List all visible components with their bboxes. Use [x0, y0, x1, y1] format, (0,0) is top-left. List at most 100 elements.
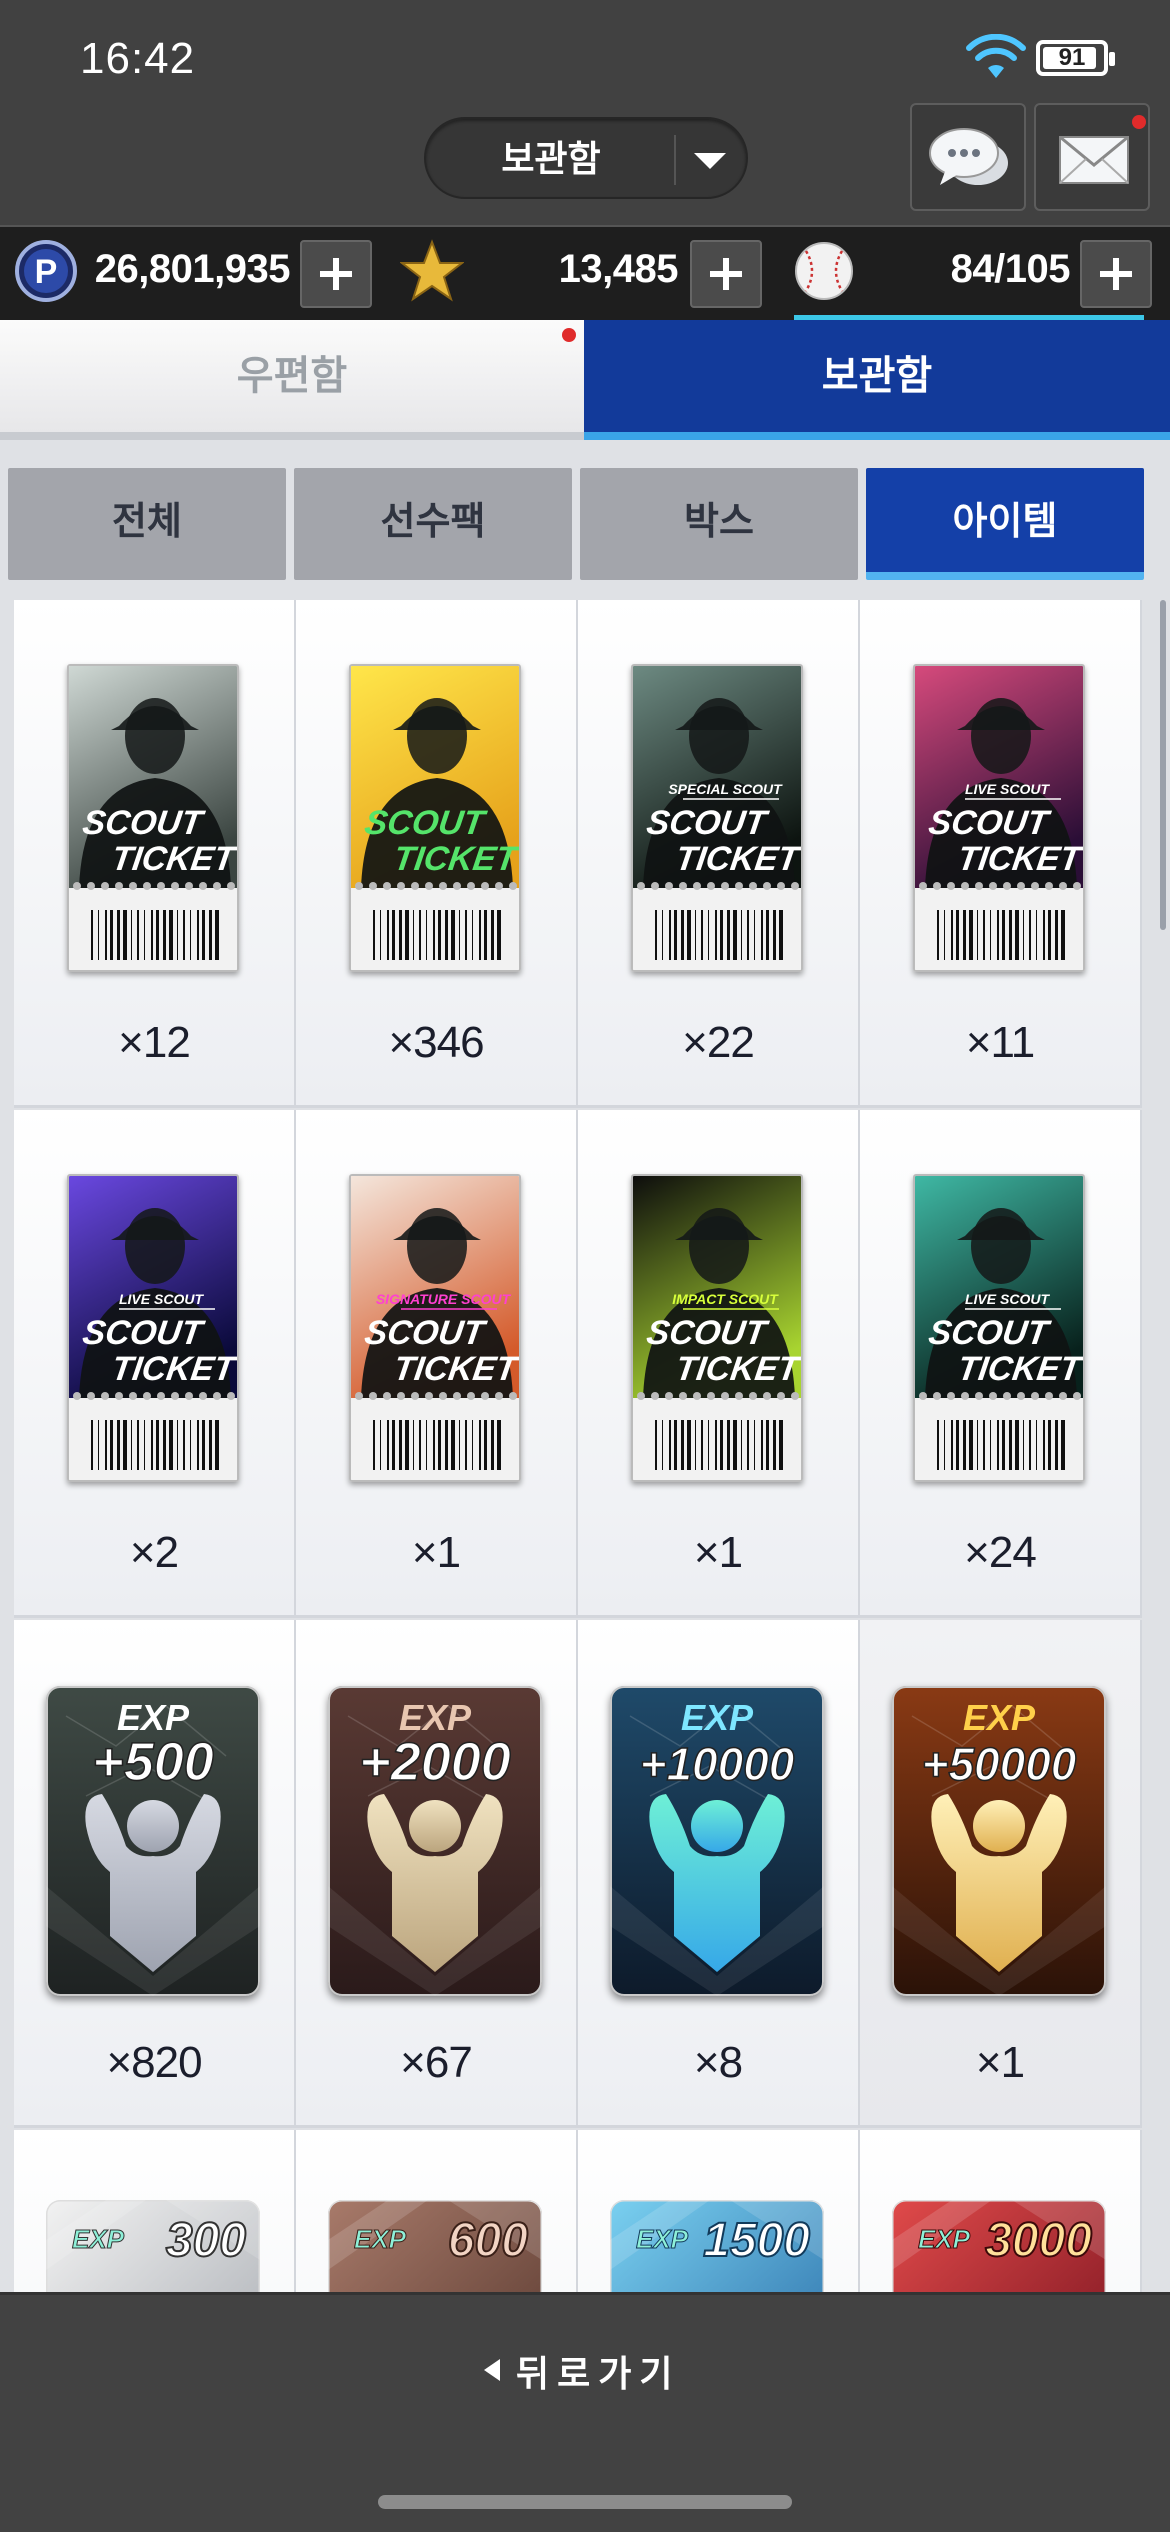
item-cell[interactable]: IMPACT SCOUT SCOUT TICKET ×1: [578, 1110, 860, 1618]
item-count: ×12: [118, 1018, 191, 1067]
ticket-word: TICKET: [673, 1350, 803, 1388]
item-cell[interactable]: SPECIAL SCOUT SCOUT TICKET ×22: [578, 600, 860, 1108]
back-arrow-icon: [484, 2359, 500, 2381]
exp-booster: EXP 1500: [610, 2200, 824, 2292]
chat-button[interactable]: [910, 103, 1026, 211]
scout-ticket: IMPACT SCOUT SCOUT TICKET: [631, 1174, 803, 1482]
exp-card-image: EXP +50000: [892, 1686, 1106, 1996]
scout-ticket-image: SCOUT TICKET: [351, 666, 519, 970]
item-cell[interactable]: EXP 300: [14, 2130, 296, 2292]
chevron-down-icon: [694, 153, 726, 169]
home-indicator[interactable]: [378, 2495, 792, 2509]
battery-icon: 91: [1036, 40, 1115, 76]
status-time: 16:42: [80, 34, 196, 83]
add-balls-button[interactable]: [1080, 240, 1152, 308]
item-cell[interactable]: LIVE SCOUT SCOUT TICKET ×11: [860, 600, 1142, 1108]
item-count: ×8: [693, 2038, 743, 2087]
tab-box[interactable]: 박스: [580, 468, 858, 580]
item-cell[interactable]: SCOUT TICKET ×346: [296, 600, 578, 1108]
star-icon: [400, 239, 464, 302]
category-tabs: 전체 선수팩 박스 아이템: [0, 468, 1170, 584]
balls-value: 84/105: [950, 247, 1071, 291]
exp-booster: EXP 600: [328, 2200, 542, 2292]
ticket-subtype: SIGNATURE SCOUT: [376, 1291, 512, 1307]
item-cell[interactable]: SCOUT TICKET ×12: [14, 600, 296, 1108]
baseball-icon: [795, 242, 853, 300]
tab-player-pack[interactable]: 선수팩: [294, 468, 572, 580]
dropdown-divider: [674, 135, 676, 185]
stars-value: 13,485: [558, 247, 679, 291]
back-button[interactable]: 뒤로가기: [516, 2345, 680, 2397]
item-cell[interactable]: EXP +2000 ×67: [296, 1620, 578, 2128]
exp-card-image: EXP +500: [46, 1686, 260, 1996]
scout-ticket: LIVE SCOUT SCOUT TICKET: [913, 1174, 1085, 1482]
exp-label: EXP: [963, 1697, 1036, 1738]
scout-ticket-image: LIVE SCOUT SCOUT TICKET: [69, 1176, 237, 1480]
status-bar: 16:42 91: [0, 0, 1170, 115]
item-count: ×1: [693, 1528, 743, 1577]
exp-card: EXP +50000: [892, 1686, 1106, 1996]
tab-items[interactable]: 아이템: [866, 468, 1144, 580]
ticket-word: TICKET: [673, 840, 803, 878]
ticket-subtype: SPECIAL SCOUT: [668, 781, 783, 797]
item-count: ×11: [965, 1018, 1035, 1067]
wifi-icon: [966, 34, 1026, 78]
storage-dropdown[interactable]: 보관함: [424, 117, 748, 199]
item-count: ×22: [682, 1018, 755, 1067]
exp-booster-image: EXP 300: [46, 2200, 260, 2292]
tab-all[interactable]: 전체: [8, 468, 286, 580]
ticket-title: SCOUT: [362, 1314, 489, 1352]
item-count: ×67: [400, 2038, 473, 2087]
scout-ticket-image: LIVE SCOUT SCOUT TICKET: [915, 666, 1085, 970]
scout-ticket: LIVE SCOUT SCOUT TICKET: [913, 664, 1085, 972]
add-points-button[interactable]: [300, 240, 372, 308]
item-count: ×346: [388, 1018, 484, 1067]
tab-storage[interactable]: 보관함: [584, 320, 1170, 440]
ticket-title: SCOUT: [80, 1314, 207, 1352]
exp-booster: EXP 3000: [892, 2200, 1106, 2292]
item-cell[interactable]: EXP 3000: [860, 2130, 1142, 2292]
item-cell[interactable]: EXP 600: [296, 2130, 578, 2292]
ticket-title: SCOUT: [644, 1314, 771, 1352]
scout-ticket-image: SIGNATURE SCOUT SCOUT TICKET: [351, 1176, 521, 1480]
ticket-title: SCOUT: [644, 804, 771, 842]
exp-amount: +10000: [640, 1738, 795, 1790]
item-cell[interactable]: EXP +500 ×820: [14, 1620, 296, 2128]
exp-label: EXP: [72, 2224, 125, 2254]
ticket-subtype: LIVE SCOUT: [965, 781, 1050, 797]
item-count: ×2: [129, 1528, 179, 1577]
storage-content: 전체 선수팩 박스 아이템 SCOUT TICKET ×12 SCOUT TIC…: [0, 440, 1170, 2292]
scout-ticket: LIVE SCOUT SCOUT TICKET: [67, 1174, 239, 1482]
tab-mailbox[interactable]: 우편함: [0, 320, 584, 440]
mailbox-notification-dot: [562, 328, 576, 342]
ticket-word: TICKET: [955, 840, 1085, 878]
exp-amount: +2000: [359, 1732, 511, 1792]
exp-card: EXP +10000: [610, 1686, 824, 1996]
ticket-subtype: LIVE SCOUT: [119, 1291, 204, 1307]
item-cell[interactable]: EXP +10000 ×8: [578, 1620, 860, 2128]
item-count: ×24: [964, 1528, 1037, 1577]
scout-ticket: SPECIAL SCOUT SCOUT TICKET: [631, 664, 803, 972]
item-count: ×1: [411, 1528, 461, 1577]
main-tabs: 우편함 보관함: [0, 320, 1170, 440]
ticket-word: TICKET: [391, 1350, 521, 1388]
exp-booster: EXP 300: [46, 2200, 260, 2292]
grid-scrollbar[interactable]: [1160, 600, 1166, 930]
add-stars-button[interactable]: [690, 240, 762, 308]
exp-booster-image: EXP 1500: [610, 2200, 824, 2292]
item-count: ×820: [106, 2038, 202, 2087]
item-cell[interactable]: EXP 1500: [578, 2130, 860, 2292]
bottom-bar: 뒤로가기: [0, 2292, 1170, 2532]
ticket-word: TICKET: [109, 840, 239, 878]
exp-label: EXP: [636, 2224, 689, 2254]
item-cell[interactable]: SIGNATURE SCOUT SCOUT TICKET ×1: [296, 1110, 578, 1618]
item-cell[interactable]: LIVE SCOUT SCOUT TICKET ×24: [860, 1110, 1142, 1618]
exp-booster-image: EXP 600: [328, 2200, 542, 2292]
exp-label: EXP: [354, 2224, 407, 2254]
mail-button[interactable]: [1034, 103, 1150, 211]
exp-amount: +500: [92, 1732, 214, 1792]
item-cell[interactable]: EXP +50000 ×1: [860, 1620, 1142, 2128]
exp-card-image: EXP +10000: [610, 1686, 824, 1996]
item-cell[interactable]: LIVE SCOUT SCOUT TICKET ×2: [14, 1110, 296, 1618]
ticket-subtype: IMPACT SCOUT: [672, 1291, 779, 1307]
